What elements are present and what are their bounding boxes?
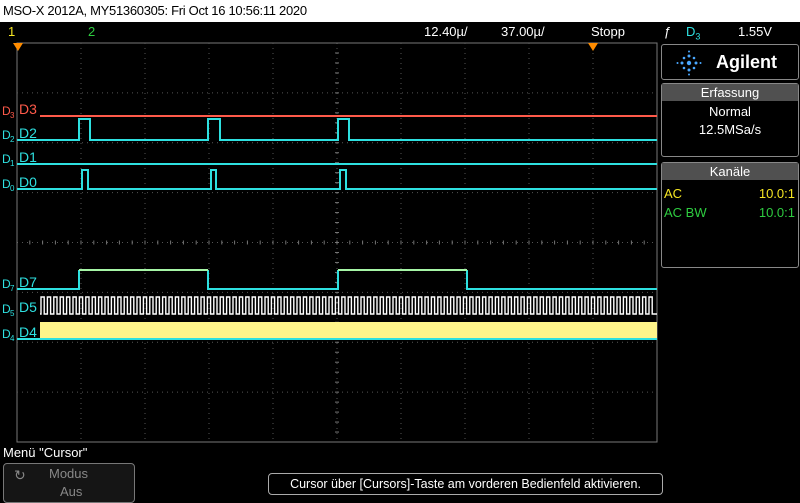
channel-labels: D 3 D3D 2 D2D 1 D1D 0 D0D 7 D7D 5 D5D 4 D4 bbox=[2, 101, 37, 343]
channel-marker-sub-d1: 1 bbox=[10, 159, 15, 168]
graticule bbox=[16, 42, 658, 443]
waveform-d7 bbox=[17, 270, 657, 290]
sample-rate: 12.5MSa/s bbox=[698, 122, 762, 137]
channel-marker-sub-d5: 5 bbox=[10, 309, 15, 318]
menu-title: Menü "Cursor" bbox=[3, 445, 88, 460]
rotate-knob-icon: ↻ bbox=[14, 467, 26, 483]
channels-panel[interactable]: Kanäle AC 10.0:1 AC BW 10.0:1 bbox=[661, 162, 799, 268]
digital-waveforms bbox=[17, 115, 657, 340]
acquisition-title: Erfassung bbox=[662, 84, 798, 101]
acquisition-mode: Normal bbox=[709, 104, 751, 119]
channel-name-d1: D1 bbox=[19, 149, 37, 165]
modus-label: Modus bbox=[49, 466, 89, 481]
left-time-marker bbox=[13, 43, 23, 51]
modus-softkey[interactable]: ↻ Modus Aus bbox=[3, 463, 135, 503]
channel-name-d4: D4 bbox=[19, 324, 37, 340]
channel-marker-sub-d4: 4 bbox=[10, 334, 15, 343]
brand-name: Agilent bbox=[716, 52, 777, 72]
channel-name-d3: D3 bbox=[19, 101, 37, 117]
modus-value: Aus bbox=[60, 484, 83, 499]
channel-1-coupling: AC bbox=[664, 186, 683, 201]
channel-row: AC BW 10.0:1 bbox=[662, 202, 798, 221]
channel-name-d0: D0 bbox=[19, 174, 37, 190]
channel-2-probe: 10.0:1 bbox=[758, 205, 795, 220]
channel-row: AC 10.0:1 bbox=[662, 183, 798, 202]
hint-message: Cursor über [Cursors]-Taste am vorderen … bbox=[268, 473, 663, 495]
channel-marker-sub-d7: 7 bbox=[10, 284, 15, 293]
waveform-d4 bbox=[40, 322, 657, 339]
channel-marker-sub-d0: 0 bbox=[10, 184, 15, 193]
channel-1-probe: 10.0:1 bbox=[758, 186, 795, 201]
channel-marker-sub-d3: 3 bbox=[10, 111, 15, 120]
channel-2-coupling: AC BW bbox=[664, 205, 707, 220]
acquisition-panel[interactable]: Erfassung Normal 12.5MSa/s bbox=[661, 83, 799, 157]
channel-name-d5: D5 bbox=[19, 299, 37, 315]
channels-title: Kanäle bbox=[662, 163, 798, 180]
waveform-d2 bbox=[17, 118, 657, 141]
channel-marker-sub-d2: 2 bbox=[10, 135, 15, 144]
agilent-spark-icon bbox=[676, 50, 702, 76]
channel-name-d2: D2 bbox=[19, 125, 37, 141]
brand-panel: Agilent bbox=[661, 44, 799, 80]
channel-name-d7: D7 bbox=[19, 274, 37, 290]
waveform-d5 bbox=[40, 296, 657, 315]
trigger-position-marker bbox=[588, 43, 598, 51]
